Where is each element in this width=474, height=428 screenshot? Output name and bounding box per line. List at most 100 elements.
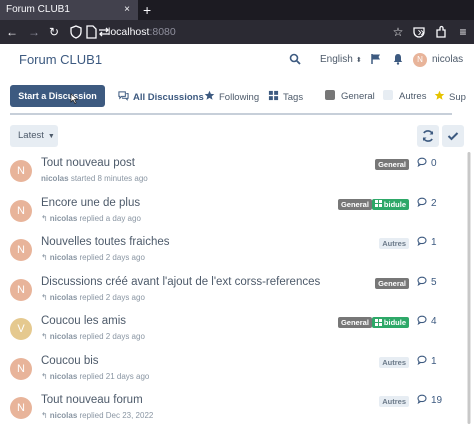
- chevron-down-icon: ▼: [47, 133, 55, 140]
- language-selector[interactable]: English ⬍: [320, 54, 362, 65]
- discussion-row[interactable]: N Nouvelles toutes fraiches ↰ nicolas repli…: [0, 231, 474, 270]
- discussion-title[interactable]: Tout nouveau forum: [41, 394, 143, 406]
- tab-label: General: [341, 91, 375, 102]
- forum-title[interactable]: Forum CLUB1: [19, 52, 102, 67]
- author-avatar[interactable]: N: [10, 199, 32, 222]
- author-avatar[interactable]: N: [10, 278, 32, 301]
- reload-icon[interactable]: ↻: [46, 24, 62, 40]
- tag-text: General: [378, 160, 406, 169]
- tag-labels: Autres: [379, 395, 409, 407]
- start-discussion-button[interactable]: Start a Discussion: [10, 85, 105, 107]
- author-name[interactable]: nicolas: [41, 174, 69, 183]
- user-avatar[interactable]: N: [413, 53, 427, 67]
- star-icon: [204, 90, 215, 100]
- reply-icon: ↰: [41, 371, 48, 381]
- tag-color-swatch: [325, 90, 335, 100]
- discussion-title[interactable]: Nouvelles toutes fraiches: [41, 236, 169, 248]
- close-tab-icon[interactable]: ×: [124, 0, 130, 20]
- menu-hamburger-icon[interactable]: ≡: [455, 24, 471, 40]
- author-avatar[interactable]: V: [10, 318, 32, 340]
- tag-labels: General: [375, 158, 409, 170]
- discussion-row[interactable]: N Coucou bis ↰ nicolas replied 21 days ago A…: [0, 350, 474, 389]
- refresh-button[interactable]: [417, 125, 439, 147]
- tag-label[interactable]: bidule: [371, 198, 409, 210]
- author-avatar[interactable]: N: [10, 160, 32, 182]
- tag-text: General: [340, 318, 369, 327]
- username[interactable]: nicolas: [432, 54, 463, 65]
- discussion-title[interactable]: Discussions créé avant l'ajout de l'ext …: [41, 276, 320, 288]
- tab-label: Sup: [449, 92, 466, 103]
- overflow-chevrons-icon[interactable]: »: [413, 24, 429, 40]
- discussion-row[interactable]: V Coucou les amis ↰ nicolas replied 2 days …: [0, 310, 474, 349]
- discussion-title[interactable]: Coucou les amis: [41, 315, 126, 327]
- browser-tab[interactable]: Forum CLUB1 ×: [0, 0, 138, 20]
- tag-label[interactable]: Autres: [379, 238, 409, 249]
- tab-tags[interactable]: Tags: [268, 90, 303, 103]
- tag-label[interactable]: General: [375, 159, 409, 170]
- activity-text: replied 2 days ago: [79, 292, 145, 302]
- new-tab-button[interactable]: +: [143, 0, 151, 20]
- tag-label[interactable]: General: [337, 317, 372, 328]
- tag-label[interactable]: General: [337, 198, 372, 210]
- tag-labels: General: [375, 277, 409, 289]
- reply-count-value: 5: [431, 276, 437, 288]
- author-name[interactable]: nicolas: [50, 411, 78, 420]
- discussion-row[interactable]: N Tout nouveau post nicolas started 8 minu…: [0, 152, 474, 191]
- extensions-icon[interactable]: [433, 24, 449, 40]
- bookmark-star-icon[interactable]: ☆: [390, 24, 406, 40]
- bell-icon[interactable]: [392, 53, 404, 65]
- star-icon: [434, 90, 445, 100]
- activity-text: started 8 minutes ago: [70, 174, 148, 183]
- tag-label[interactable]: Autres: [379, 356, 409, 368]
- tag-text: Autres: [382, 397, 406, 406]
- browser-tab-bar: Forum CLUB1 × +: [0, 0, 474, 20]
- url-host: localhost: [108, 26, 150, 38]
- tag-label[interactable]: Autres: [379, 396, 409, 407]
- author-name[interactable]: nicolas: [50, 293, 78, 302]
- author-name[interactable]: nicolas: [50, 372, 78, 381]
- app-header: Forum CLUB1 English ⬍ N nicolas: [0, 44, 474, 76]
- reply-count: 2: [417, 197, 437, 209]
- author-avatar[interactable]: N: [10, 357, 32, 380]
- mark-all-read-button[interactable]: [442, 125, 464, 147]
- discussion-title[interactable]: Coucou bis: [41, 355, 99, 367]
- author-name[interactable]: nicolas: [50, 214, 78, 223]
- reply-count: 19: [417, 394, 442, 406]
- discussion-row[interactable]: N Tout nouveau forum ↰ nicolas replied Dec …: [0, 389, 474, 428]
- activity-text: replied 2 days ago: [79, 253, 145, 262]
- tag-text: General: [340, 199, 369, 209]
- discussion-title[interactable]: Tout nouveau post: [41, 157, 135, 169]
- author-avatar[interactable]: N: [10, 239, 32, 261]
- tab-following[interactable]: Following: [204, 90, 259, 103]
- tag-label[interactable]: General: [375, 277, 409, 289]
- back-arrow-icon[interactable]: ←: [4, 24, 20, 40]
- tag-color-swatch: [383, 90, 393, 100]
- search-icon[interactable]: [289, 53, 301, 65]
- discussion-row[interactable]: N Encore une de plus ↰ nicolas replied a da…: [0, 192, 474, 231]
- reply-count: 1: [417, 236, 437, 248]
- author-name[interactable]: nicolas: [50, 253, 78, 262]
- tab-tag-autres[interactable]: Autres: [383, 90, 426, 102]
- tag-label[interactable]: bidule: [371, 317, 409, 328]
- url-bar[interactable]: localhost:8080: [108, 24, 176, 40]
- reply-count: 4: [417, 315, 437, 327]
- comments-icon: [118, 91, 129, 101]
- discussion-meta: ↰ nicolas replied 2 days ago: [41, 253, 145, 262]
- author-avatar[interactable]: N: [10, 397, 32, 419]
- discussion-title[interactable]: Encore une de plus: [41, 197, 140, 209]
- shield-icon[interactable]: [68, 24, 84, 40]
- discussion-row[interactable]: N Discussions créé avant l'ajout de l'ext…: [0, 271, 474, 310]
- author-name[interactable]: nicolas: [50, 332, 78, 341]
- sort-dropdown[interactable]: Latest ▼: [10, 125, 58, 147]
- tab-tag-general[interactable]: General: [325, 90, 375, 102]
- reply-icon: ↰: [41, 332, 48, 341]
- scrollbar[interactable]: [467, 152, 471, 424]
- tab-label: Autres: [399, 91, 427, 102]
- tag-text: bidule: [383, 199, 406, 209]
- tab-all-discussions[interactable]: All Discussions: [118, 90, 204, 103]
- forward-arrow-icon[interactable]: →: [26, 24, 42, 40]
- flag-icon[interactable]: [370, 53, 382, 65]
- tab-tag-sup[interactable]: Sup: [434, 90, 466, 103]
- discussion-meta: ↰ nicolas replied a day ago: [41, 214, 141, 223]
- reply-icon: ↰: [41, 292, 48, 302]
